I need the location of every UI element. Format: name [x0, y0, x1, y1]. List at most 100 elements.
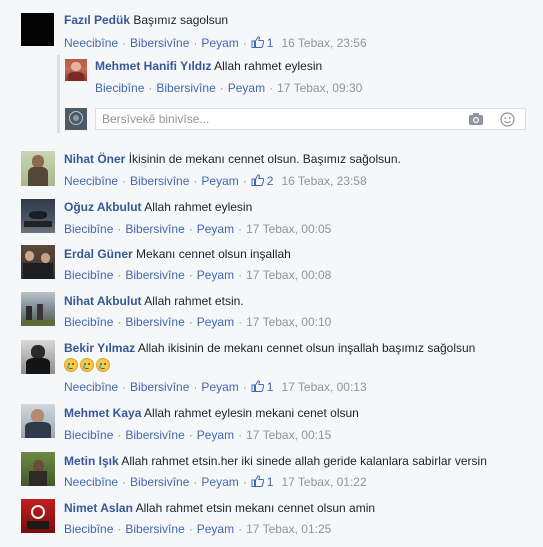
comment-time[interactable]: 17 Tebax, 01:25	[246, 522, 331, 536]
comment-author[interactable]: Mehmet Kaya	[64, 406, 141, 420]
like-link[interactable]: Neecibîne	[64, 36, 118, 50]
reply-link[interactable]: Bibersivîne	[130, 475, 189, 489]
avatar[interactable]	[21, 404, 55, 438]
like-link[interactable]: Neecibîne	[64, 380, 118, 394]
reply-input-box	[95, 108, 526, 130]
avatar[interactable]	[21, 292, 55, 326]
thumbs-up-icon	[251, 380, 264, 392]
comment-author[interactable]: Fazıl Pedük	[64, 13, 130, 27]
comment-actions: Biecibîne · Bibersivîne · Peyam · 17 Tebax, 00…	[64, 428, 332, 442]
crying-emoji-icon	[64, 358, 78, 372]
comment-text: İkisinin de mekanı cennet olsun. Başımız…	[128, 152, 401, 166]
comment-actions: Neecibîne · Bibersivîne · Peyam · 1 17 Tebax, 0…	[64, 475, 367, 489]
comment-author[interactable]: Nihat Öner	[64, 152, 125, 166]
like-count[interactable]: 1	[251, 475, 273, 489]
comment-text: Allah rahmet eylesin	[214, 59, 323, 73]
reply-link[interactable]: Bibersivîne	[125, 428, 184, 442]
comment-author[interactable]: Erdal Güner	[64, 247, 133, 261]
comment-text: Mekanı cennet olsun inşallah	[136, 247, 291, 261]
comment-author[interactable]: Nihat Akbulut	[64, 294, 142, 308]
comment-text: Allah rahmet eylesin mekani cenet olsun	[144, 406, 359, 420]
comment-text: Allah ikisinin de mekanı cennet olsun in…	[137, 341, 476, 355]
comment-time[interactable]: 17 Tebax, 09:30	[277, 81, 362, 95]
comment-text: Allah rahmet etsin mekanı cennet olsun a…	[135, 501, 376, 515]
avatar[interactable]	[21, 452, 55, 486]
comment-text: Başımız sagolsun	[133, 13, 229, 27]
comment-author[interactable]: Oğuz Akbulut	[64, 200, 142, 214]
comment-author[interactable]: Nimet Aslan	[64, 501, 133, 515]
like-link[interactable]: Biecibîne	[95, 81, 144, 95]
reply-link[interactable]: Bibersivîne	[130, 174, 189, 188]
current-user-avatar	[65, 108, 87, 130]
avatar[interactable]	[21, 151, 55, 186]
like-count-value: 1	[266, 380, 274, 394]
comment-time[interactable]: 17 Tebax, 01:22	[281, 475, 366, 489]
thumbs-up-icon	[251, 174, 264, 186]
avatar[interactable]	[21, 499, 55, 533]
message-link[interactable]: Peyam	[201, 475, 238, 489]
reply-link[interactable]: Bibersivîne	[125, 522, 184, 536]
comment-author[interactable]: Metin Işık	[64, 454, 119, 468]
like-link[interactable]: Biecibîne	[64, 522, 113, 536]
avatar[interactable]	[21, 340, 55, 374]
message-link[interactable]: Peyam	[201, 380, 238, 394]
comment-author[interactable]: Mehmet Hanifi Yıldız	[95, 59, 211, 73]
emoji-row	[64, 358, 112, 374]
comment-time[interactable]: 17 Tebax, 00:05	[246, 222, 331, 236]
comment-actions: Biecibîne · Bibersivîne · Peyam · 17 Tebax, 00…	[64, 315, 332, 329]
comment-actions: Biecibîne · Bibersivîne · Peyam · 17 Tebax, 00…	[64, 222, 332, 236]
reply-thread-line	[57, 55, 60, 133]
comment-time[interactable]: 17 Tebax, 00:10	[246, 315, 331, 329]
thumbs-up-icon	[251, 36, 264, 48]
reply-link[interactable]: Bibersivîne	[125, 222, 184, 236]
like-count[interactable]: 1	[251, 380, 274, 394]
message-link[interactable]: Peyam	[197, 222, 234, 236]
avatar[interactable]	[21, 199, 55, 233]
avatar[interactable]	[21, 245, 55, 279]
comment-time[interactable]: 17 Tebax, 00:13	[281, 380, 366, 394]
comment-text: Allah rahmet etsin.her iki sinede allah …	[121, 454, 487, 468]
like-link[interactable]: Biecibîne	[64, 222, 113, 236]
message-link[interactable]: Peyam	[201, 174, 238, 188]
emoji-icon[interactable]	[500, 112, 515, 127]
like-count[interactable]: 2	[251, 174, 274, 188]
comment-time[interactable]: 16 Tebax, 23:56	[281, 36, 366, 50]
comment-time[interactable]: 17 Tebax, 00:08	[246, 268, 331, 282]
like-link[interactable]: Biecibîne	[64, 268, 113, 282]
thumbs-up-icon	[251, 475, 264, 487]
message-link[interactable]: Peyam	[197, 522, 234, 536]
camera-icon[interactable]	[468, 112, 484, 126]
comment-text: Allah rahmet etsin.	[144, 294, 244, 308]
reply-link[interactable]: Bibersivîne	[130, 380, 189, 394]
like-count[interactable]: 1	[251, 36, 274, 50]
comment-actions: Neecibîne · Bibersivîne · Peyam · 2 16 Tebax, 2…	[64, 174, 367, 188]
like-link[interactable]: Biecibîne	[64, 315, 113, 329]
reply-link[interactable]: Bibersivîne	[130, 36, 189, 50]
reply-input[interactable]	[96, 109, 468, 129]
comment-author[interactable]: Bekir Yılmaz	[64, 341, 135, 355]
like-link[interactable]: Neecibîne	[64, 475, 118, 489]
message-link[interactable]: Peyam	[201, 36, 238, 50]
message-link[interactable]: Peyam	[228, 81, 265, 95]
comment-actions: Biecibîne · Bibersivîne · Peyam · 17 Tebax, 09…	[95, 81, 363, 95]
message-link[interactable]: Peyam	[197, 315, 234, 329]
comment-actions: Neecibîne · Bibersivîne · Peyam · 1 17 Tebax, 0…	[64, 380, 367, 394]
comment-time[interactable]: 17 Tebax, 00:15	[246, 428, 331, 442]
like-link[interactable]: Neecibîne	[64, 174, 118, 188]
reply-link[interactable]: Bibersivîne	[156, 81, 215, 95]
like-count-value: 2	[266, 174, 274, 188]
like-count-value: 1	[266, 36, 274, 50]
crying-emoji-icon	[96, 358, 110, 372]
comment-text: Allah rahmet eylesin	[144, 200, 253, 214]
comment-actions: Biecibîne · Bibersivîne · Peyam · 17 Tebax, 00…	[64, 268, 332, 282]
comment-actions: Biecibîne · Bibersivîne · Peyam · 17 Tebax, 01…	[64, 522, 332, 536]
reply-link[interactable]: Bibersivîne	[125, 268, 184, 282]
message-link[interactable]: Peyam	[197, 268, 234, 282]
reply-link[interactable]: Bibersivîne	[125, 315, 184, 329]
crying-emoji-icon	[80, 358, 94, 372]
like-link[interactable]: Biecibîne	[64, 428, 113, 442]
avatar[interactable]	[65, 59, 87, 81]
avatar[interactable]	[21, 13, 54, 46]
message-link[interactable]: Peyam	[197, 428, 234, 442]
comment-time[interactable]: 16 Tebax, 23:58	[281, 174, 366, 188]
